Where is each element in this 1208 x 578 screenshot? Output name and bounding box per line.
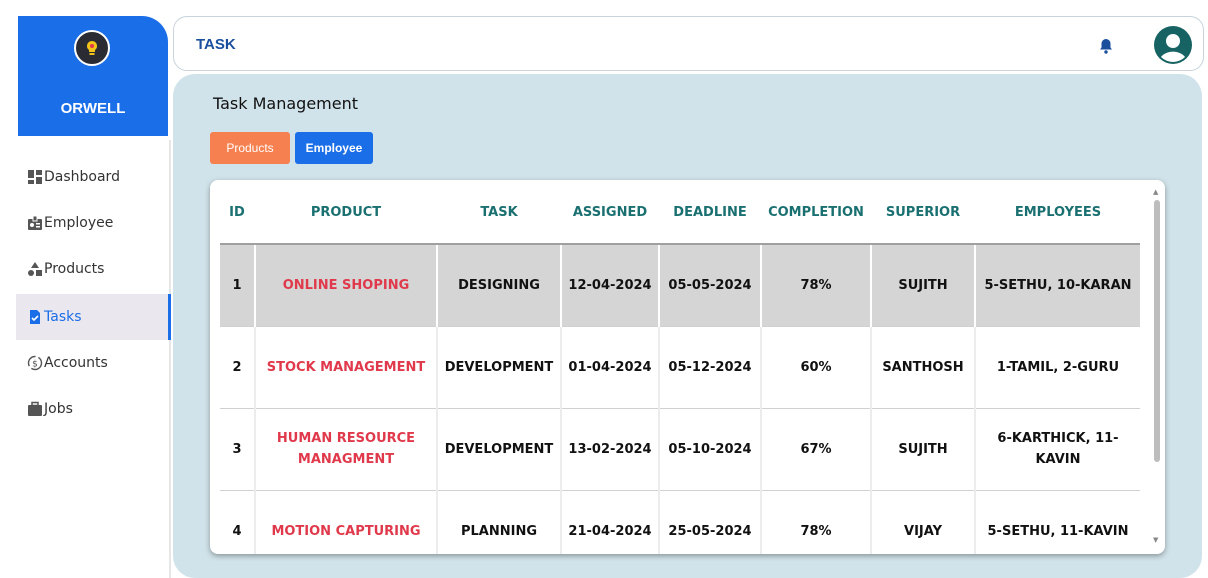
column-header-task: TASK <box>436 180 561 245</box>
sidebar-item-products[interactable]: Products <box>16 246 171 292</box>
sidebar-item-label: Jobs <box>44 401 73 417</box>
cell-task: DEVELOPMENT <box>436 326 561 409</box>
user-avatar-icon[interactable] <box>1154 26 1192 64</box>
cell-completion: 60% <box>760 326 871 409</box>
cell-superior: SUJITH <box>870 244 975 327</box>
cell-employees: 5-SETHU, 10-KARAN <box>974 244 1140 327</box>
cell-product: MOTION CAPTURING <box>254 490 437 554</box>
sidebar: ORWELL Dashboard Employee Products Tasks… <box>0 0 172 578</box>
cell-employees: 6-KARTHICK, 11-KAVIN <box>974 408 1140 491</box>
cell-completion: 67% <box>760 408 871 491</box>
cell-id: 1 <box>220 244 255 327</box>
cell-completion: 78% <box>760 244 871 327</box>
cell-assigned: 01-04-2024 <box>560 326 659 409</box>
cell-id: 3 <box>220 408 255 491</box>
dashboard-icon <box>26 169 43 186</box>
task-file-icon <box>26 309 43 326</box>
sidebar-item-label: Accounts <box>44 355 108 371</box>
column-header-id: ID <box>220 180 255 245</box>
scroll-down-arrow-icon[interactable]: ▼ <box>1153 536 1158 544</box>
table-row[interactable]: 2 STOCK MANAGEMENT DEVELOPMENT 01-04-202… <box>220 326 1140 409</box>
employee-button[interactable]: Employee <box>295 132 373 164</box>
products-button[interactable]: Products <box>210 132 290 164</box>
task-table-card: ID PRODUCT TASK ASSIGNED DEADLINE COMPLE… <box>210 180 1165 554</box>
sidebar-item-label: Employee <box>44 215 114 231</box>
cell-deadline: 05-10-2024 <box>658 408 761 491</box>
table-row[interactable]: 3 HUMAN RESOURCE MANAGMENT DEVELOPMENT 1… <box>220 408 1140 491</box>
cell-id: 2 <box>220 326 255 409</box>
table-scrollbar[interactable]: ▲ ▼ <box>1152 188 1162 544</box>
badge-icon <box>26 215 43 232</box>
sidebar-item-jobs[interactable]: Jobs <box>16 386 171 432</box>
brand-name: ORWELL <box>60 100 126 117</box>
column-header-employees: EMPLOYEES <box>974 180 1140 245</box>
briefcase-icon <box>26 401 43 418</box>
main-panel: Task Management Products Employee ID PRO… <box>173 74 1202 578</box>
section-title: Task Management <box>213 94 359 113</box>
cell-employees: 5-SETHU, 11-KAVIN <box>974 490 1140 554</box>
cell-deadline: 25-05-2024 <box>658 490 761 554</box>
brand-panel: ORWELL <box>18 16 168 136</box>
column-header-completion: COMPLETION <box>760 180 871 245</box>
column-header-superior: SUPERIOR <box>870 180 975 245</box>
sidebar-item-tasks[interactable]: Tasks <box>16 294 171 340</box>
sidebar-item-accounts[interactable]: $ Accounts <box>16 340 171 386</box>
cell-superior: SANTHOSH <box>870 326 975 409</box>
cell-superior: VIJAY <box>870 490 975 554</box>
sidebar-item-employee[interactable]: Employee <box>16 200 171 246</box>
task-table: ID PRODUCT TASK ASSIGNED DEADLINE COMPLE… <box>220 180 1140 554</box>
lightbulb-logo-icon <box>74 30 110 66</box>
cell-id: 4 <box>220 490 255 554</box>
cell-completion: 78% <box>760 490 871 554</box>
cell-employees: 1-TAMIL, 2-GURU <box>974 326 1140 409</box>
cell-assigned: 13-02-2024 <box>560 408 659 491</box>
cell-assigned: 12-04-2024 <box>560 244 659 327</box>
cell-assigned: 21-04-2024 <box>560 490 659 554</box>
sidebar-item-label: Dashboard <box>44 169 120 185</box>
table-row[interactable]: 4 MOTION CAPTURING PLANNING 21-04-2024 2… <box>220 490 1140 554</box>
scrollbar-thumb[interactable] <box>1154 200 1160 462</box>
table-header-row: ID PRODUCT TASK ASSIGNED DEADLINE COMPLE… <box>220 180 1140 245</box>
cell-task: DESIGNING <box>436 244 561 327</box>
cell-product: HUMAN RESOURCE MANAGMENT <box>254 408 437 491</box>
cell-product: ONLINE SHOPING <box>254 244 437 327</box>
column-header-assigned: ASSIGNED <box>560 180 659 245</box>
sidebar-item-label: Tasks <box>44 309 82 325</box>
page-title: TASK <box>196 36 236 53</box>
sidebar-item-dashboard[interactable]: Dashboard <box>16 154 171 200</box>
cell-deadline: 05-12-2024 <box>658 326 761 409</box>
cell-task: DEVELOPMENT <box>436 408 561 491</box>
column-header-deadline: DEADLINE <box>658 180 761 245</box>
cell-superior: SUJITH <box>870 408 975 491</box>
cell-deadline: 05-05-2024 <box>658 244 761 327</box>
svg-text:$: $ <box>32 360 38 370</box>
shapes-icon <box>26 261 43 278</box>
cell-product: STOCK MANAGEMENT <box>254 326 437 409</box>
bell-icon[interactable] <box>1099 38 1113 58</box>
column-header-product: PRODUCT <box>254 180 437 245</box>
scroll-up-arrow-icon[interactable]: ▲ <box>1153 188 1158 196</box>
top-bar: TASK <box>173 16 1204 71</box>
cell-task: PLANNING <box>436 490 561 554</box>
money-cycle-icon: $ <box>26 355 43 372</box>
table-row[interactable]: 1 ONLINE SHOPING DESIGNING 12-04-2024 05… <box>220 244 1140 327</box>
sidebar-item-label: Products <box>44 261 105 277</box>
